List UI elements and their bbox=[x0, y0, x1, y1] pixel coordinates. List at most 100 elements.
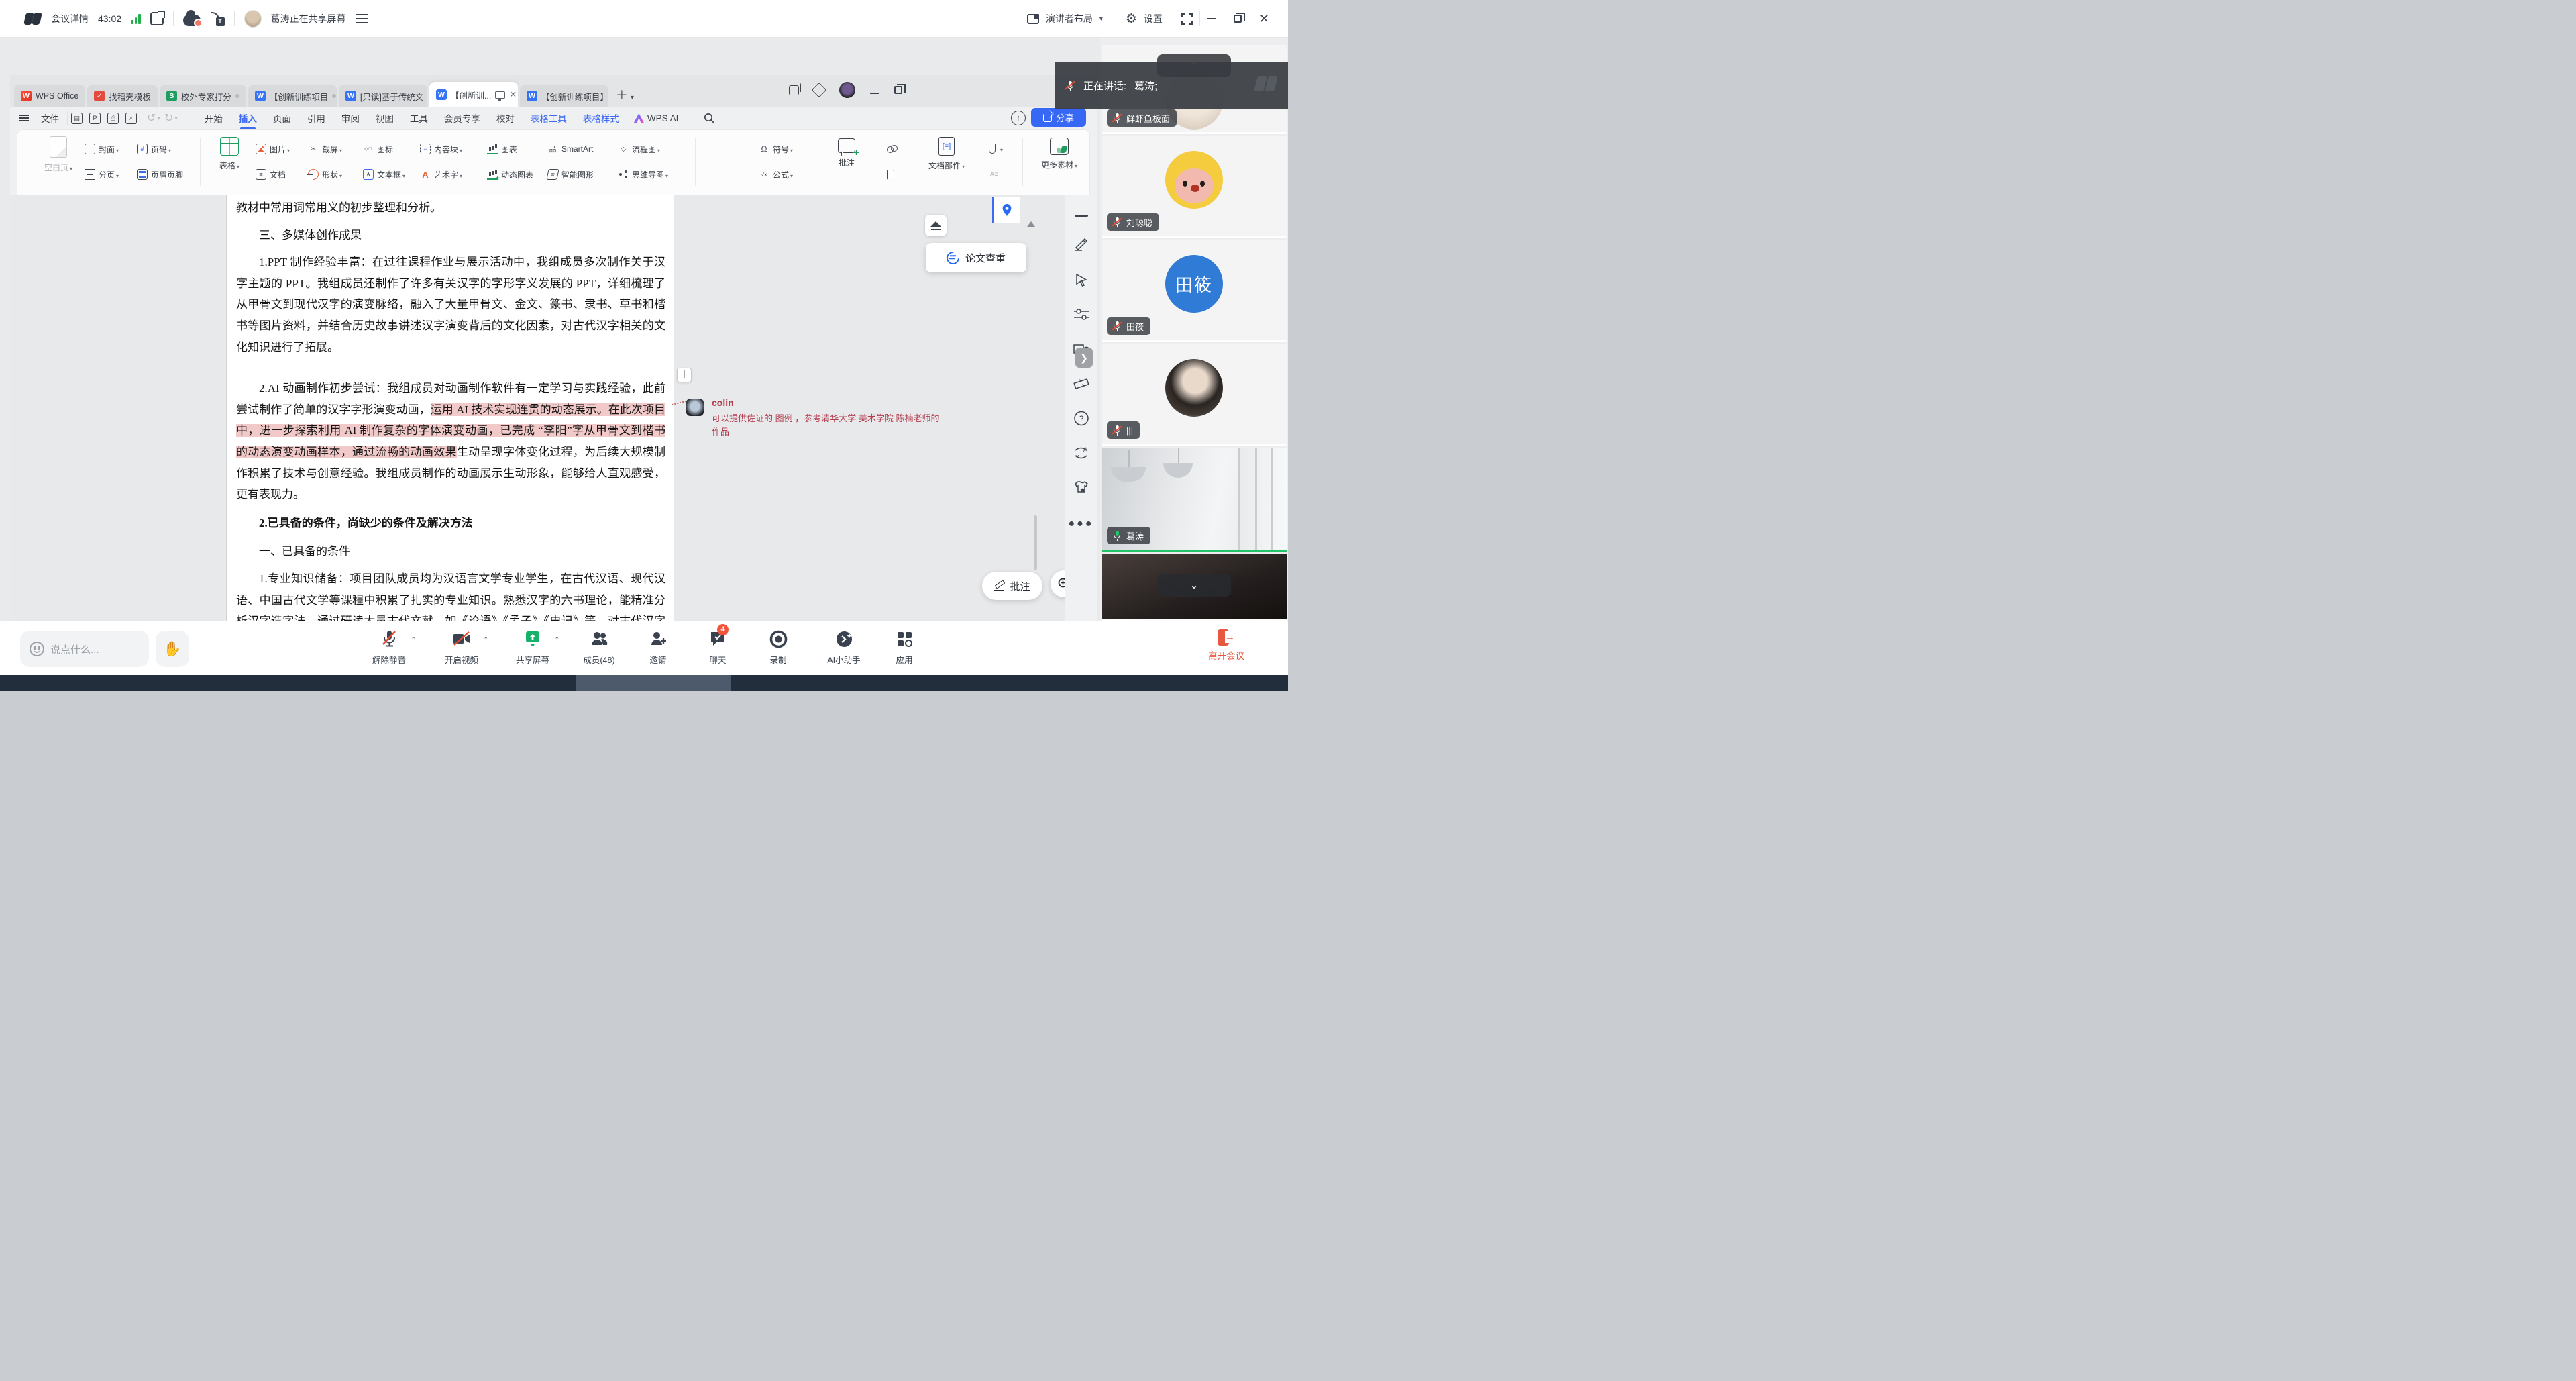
menu-table-tools[interactable]: 表格工具 bbox=[523, 111, 575, 125]
ruler-icon[interactable] bbox=[1073, 377, 1090, 391]
menu-insert[interactable]: 插入 bbox=[231, 111, 265, 125]
ribbon-blank-page-button[interactable]: 空白页 bbox=[38, 135, 79, 173]
unmute-button[interactable]: ⌃ 解除静音 bbox=[358, 628, 420, 666]
record-button[interactable]: 录制 bbox=[751, 628, 805, 666]
tab-innovation-project-1[interactable]: W【创新训练项目 bbox=[248, 85, 337, 107]
account-avatar[interactable] bbox=[839, 82, 855, 98]
ribbon-symbol-button[interactable]: 符号 bbox=[759, 139, 833, 159]
menu-start[interactable]: 开始 bbox=[197, 111, 231, 125]
split-view-icon[interactable] bbox=[789, 85, 799, 95]
comment-thread[interactable]: colin 可以提供佐证的 图例 ，参考清华大学 美术学院 陈楠老师的作品 bbox=[686, 396, 941, 439]
tab-innovation-active[interactable]: W【创新训...✕ bbox=[429, 82, 518, 107]
layout-chevron-icon[interactable]: ▾ bbox=[1099, 15, 1103, 23]
laser-pen-icon[interactable] bbox=[1074, 236, 1089, 251]
menu-wps-ai[interactable]: WPS AI bbox=[647, 113, 687, 123]
redo-icon[interactable]: ↻ bbox=[164, 111, 173, 125]
ai-assistant-button[interactable]: AI小助手 bbox=[813, 628, 875, 666]
apps-button[interactable]: 应用 bbox=[877, 628, 931, 666]
tab-close-icon[interactable]: ✕ bbox=[509, 89, 517, 100]
share-button[interactable]: 分享 bbox=[1031, 108, 1086, 127]
annotate-pill-button[interactable]: 批注 bbox=[982, 572, 1042, 600]
quick-chat-input[interactable]: 说点什么... bbox=[20, 631, 149, 667]
participant-tile[interactable]: 田筱 田筱 bbox=[1102, 240, 1287, 342]
invite-button[interactable]: 邀请 bbox=[631, 628, 685, 666]
layout-switch-button[interactable]: 演讲者布局 bbox=[1046, 12, 1093, 25]
adjust-sliders-icon[interactable] bbox=[1073, 307, 1089, 321]
skin-theme-icon[interactable] bbox=[1073, 480, 1090, 495]
meeting-details-button[interactable]: 会议详情 bbox=[51, 12, 89, 25]
ribbon-mind-map-button[interactable]: 思维导图 bbox=[618, 164, 692, 185]
participant-tile-partial[interactable]: ⌄ bbox=[1102, 554, 1287, 621]
live-caption-icon[interactable] bbox=[210, 11, 225, 26]
ribbon-more-assets-button[interactable]: 更多素材 bbox=[1034, 135, 1085, 170]
scroll-up-icon[interactable] bbox=[1027, 221, 1035, 227]
ribbon-word-art-button[interactable]: 艺术字 bbox=[420, 164, 494, 185]
document-scrollbar-thumb[interactable] bbox=[1034, 515, 1037, 570]
participant-tile[interactable]: 刘聪聪 bbox=[1102, 136, 1287, 238]
print-preview-icon[interactable]: ⌕ bbox=[125, 113, 137, 124]
participant-tile-speaking[interactable]: 葛涛 bbox=[1102, 448, 1287, 552]
start-video-button[interactable]: ⌃ 开启视频 bbox=[431, 628, 492, 666]
document-page[interactable]: 教材中常用词常用义的初步整理和分析。 三、多媒体创作成果 1.PPT 制作经验丰… bbox=[227, 195, 674, 621]
menu-tools[interactable]: 工具 bbox=[402, 111, 436, 125]
save-icon[interactable]: ▤ bbox=[71, 113, 83, 124]
undo-icon[interactable]: ↺ bbox=[147, 111, 156, 125]
location-pin-button[interactable] bbox=[992, 197, 1020, 223]
menu-table-style[interactable]: 表格样式 bbox=[575, 111, 627, 125]
hamburger-icon[interactable] bbox=[19, 115, 29, 121]
wps-restore-button[interactable] bbox=[894, 86, 902, 94]
raise-hand-button[interactable]: ✋ bbox=[156, 631, 189, 667]
print-icon[interactable]: ⎙ bbox=[107, 113, 119, 124]
ribbon-formula-button[interactable]: 公式 bbox=[759, 164, 833, 185]
ribbon-hyperlink-button[interactable] bbox=[887, 139, 914, 159]
menu-file[interactable]: 文件 bbox=[33, 111, 67, 125]
ribbon-bookmark-button[interactable] bbox=[887, 164, 914, 185]
ribbon-attachment-button[interactable] bbox=[989, 139, 1016, 159]
leave-meeting-button[interactable]: 离开会议 bbox=[1193, 628, 1260, 662]
page-plus-button[interactable]: ＋ bbox=[677, 368, 692, 382]
help-icon[interactable]: ? bbox=[1073, 411, 1089, 426]
share-screen-button[interactable]: ⌃ 共享屏幕 bbox=[502, 628, 564, 666]
ribbon-smartart-button[interactable]: SmartArt bbox=[547, 139, 621, 159]
open-external-icon[interactable] bbox=[150, 12, 164, 25]
translate-icon[interactable]: xA bbox=[1073, 446, 1089, 460]
settings-button[interactable]: 设置 bbox=[1144, 12, 1163, 25]
ribbon-flowchart-button[interactable]: 流程图 bbox=[618, 139, 692, 159]
os-taskbar[interactable] bbox=[0, 675, 1288, 690]
app-center-icon[interactable] bbox=[812, 83, 827, 98]
tab-readonly-traditional[interactable]: W[只读]基于传统文 bbox=[339, 85, 427, 107]
ribbon-comment-button[interactable]: 批注 bbox=[826, 135, 867, 168]
maximize-button[interactable] bbox=[1234, 15, 1242, 23]
sharing-list-icon[interactable] bbox=[356, 14, 368, 23]
chat-button[interactable]: 4 聊天 bbox=[691, 628, 745, 666]
cursor-select-icon[interactable] bbox=[1074, 272, 1089, 287]
video-options-chevron[interactable]: ⌃ bbox=[483, 636, 488, 644]
paper-check-button[interactable]: 论文查重 bbox=[926, 243, 1026, 272]
fullscreen-button[interactable] bbox=[1181, 13, 1193, 25]
ribbon-smart-graphic-button[interactable]: 智能图形 bbox=[547, 164, 621, 185]
menu-page[interactable]: 页面 bbox=[265, 111, 299, 125]
ribbon-doc-parts-button[interactable]: [=] 文档部件 bbox=[920, 135, 973, 171]
scroll-down-tiles-button[interactable]: ⌄ bbox=[1157, 574, 1231, 597]
ribbon-table-button[interactable]: 表格 bbox=[209, 135, 250, 171]
tab-wps-home[interactable]: WWPS Office bbox=[14, 85, 85, 107]
tab-innovation-project-2[interactable]: W【创新训练项目】 bbox=[520, 85, 608, 107]
menu-review[interactable]: 审阅 bbox=[333, 111, 368, 125]
search-icon[interactable] bbox=[704, 113, 715, 124]
tab-docer-templates[interactable]: ✓找稻壳模板 bbox=[87, 85, 158, 107]
rail-expand-button[interactable]: ❯ bbox=[1075, 348, 1093, 368]
menu-reference[interactable]: 引用 bbox=[299, 111, 333, 125]
ribbon-content-block-button[interactable]: 内容块 bbox=[420, 139, 494, 159]
emoji-icon[interactable] bbox=[30, 642, 44, 656]
export-pdf-icon[interactable]: P bbox=[89, 113, 101, 124]
menu-member[interactable]: 会员专享 bbox=[436, 111, 488, 125]
participant-tile[interactable]: ||| bbox=[1102, 344, 1287, 446]
share-options-chevron[interactable]: ⌃ bbox=[554, 636, 559, 644]
mic-options-chevron[interactable]: ⌃ bbox=[411, 636, 416, 644]
eject-toolbar-button[interactable] bbox=[925, 215, 947, 236]
menu-proofread[interactable]: 校对 bbox=[488, 111, 523, 125]
ribbon-dropcap-button[interactable] bbox=[989, 164, 1016, 185]
settings-gear-icon[interactable]: ⚙ bbox=[1126, 13, 1137, 25]
tab-expert-score[interactable]: S校外专家打分 bbox=[160, 85, 246, 107]
minimize-button[interactable] bbox=[1207, 18, 1216, 19]
